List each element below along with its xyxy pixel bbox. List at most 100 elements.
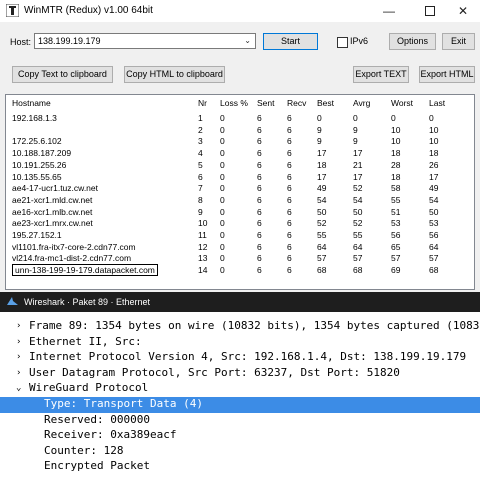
table-row[interactable]: ae23-xcr1.mrx.cw.net 10 0 6 6 52 52 53 53: [6, 218, 474, 229]
hostname-cell: 10.191.255.26: [12, 159, 67, 170]
column-header[interactable]: Best: [317, 98, 334, 108]
tree-item[interactable]: › Frame 89: 1354 bytes on wire (10832 bit…: [0, 319, 480, 335]
hostname-cell: 10.135.55.65: [12, 171, 62, 182]
table-cell: 6: [287, 194, 292, 205]
chevron-right-icon[interactable]: ›: [16, 321, 21, 331]
table-cell: 1: [198, 113, 203, 123]
chevron-right-icon[interactable]: ›: [16, 368, 21, 378]
table-cell: 0: [391, 113, 396, 123]
table-cell: 54: [317, 194, 327, 205]
column-header[interactable]: Recv: [287, 98, 306, 108]
table-cell: 6: [257, 124, 262, 135]
table-row[interactable]: 10.188.187.209 4 0 6 6 17 17 18 18: [6, 148, 474, 159]
chevron-down-icon[interactable]: ⌄: [244, 36, 251, 45]
table-cell: 6: [257, 171, 262, 182]
table-cell: 6: [257, 148, 262, 159]
export-html-button[interactable]: Export HTML: [419, 66, 475, 83]
table-cell: 0: [220, 183, 225, 194]
copy-text-button[interactable]: Copy Text to clipboard: [12, 66, 113, 83]
host-combobox[interactable]: 138.199.19.179 ⌄: [34, 33, 256, 49]
packet-detail-tree[interactable]: › Frame 89: 1354 bytes on wire (10832 bit…: [0, 312, 480, 478]
table-cell: 9: [317, 124, 322, 135]
tree-item-label: Counter: 128: [44, 443, 124, 457]
table-row[interactable]: 172.25.6.102 3 0 6 6 9 9 10 10: [6, 136, 474, 147]
table-cell: 6: [257, 265, 262, 276]
table-cell: 50: [353, 206, 363, 217]
table-cell: 0: [220, 206, 225, 217]
table-cell: 55: [353, 230, 363, 240]
table-cell: 0: [220, 136, 225, 147]
table-cell: 13: [198, 253, 208, 264]
table-row[interactable]: 192.168.1.3 1 0 6 6 0 0 0 0: [6, 113, 474, 124]
table-row[interactable]: ae21-xcr1.mld.cw.net 8 0 6 6 54 54 55 54: [6, 195, 474, 206]
tree-item[interactable]: Type: Transport Data (4): [0, 397, 480, 413]
copy-html-button[interactable]: Copy HTML to clipboard: [124, 66, 225, 83]
column-header[interactable]: Last: [429, 98, 445, 108]
table-row[interactable]: 10.135.55.65 6 0 6 6 17 17 18 17: [6, 172, 474, 183]
table-cell: 0: [429, 113, 434, 123]
results-listview[interactable]: Hostname Nr Loss % Sent Recv Best Avrg W…: [5, 94, 475, 290]
hostname-cell: vl214.fra-mc1-dist-2.cdn77.com: [12, 253, 132, 264]
chevron-down-icon[interactable]: ⌄: [16, 383, 21, 393]
column-header[interactable]: Sent: [257, 98, 275, 108]
table-cell: 17: [353, 171, 363, 182]
hostname-cell: 172.25.6.102: [12, 136, 62, 147]
table-cell: 0: [220, 113, 225, 123]
export-text-button[interactable]: Export TEXT: [353, 66, 409, 83]
table-cell: 18: [391, 171, 401, 182]
hostname-cell: ae4-17-ucr1.tuz.cw.net: [12, 183, 98, 194]
table-row[interactable]: unn-138-199-19-179.datapacket.com 14 0 6 6 68…: [6, 264, 474, 277]
table-cell: 52: [353, 183, 363, 194]
table-row[interactable]: vl214.fra-mc1-dist-2.cdn77.com 13 0 6 6 57 57 5…: [6, 253, 474, 264]
column-header[interactable]: Loss %: [220, 98, 248, 108]
table-cell: 6: [257, 206, 262, 217]
exit-button[interactable]: Exit: [442, 33, 475, 50]
table-cell: 50: [429, 206, 439, 217]
column-header[interactable]: Worst: [391, 98, 413, 108]
table-cell: 52: [353, 218, 363, 229]
hostname-cell: ae21-xcr1.mld.cw.net: [12, 194, 93, 205]
column-header[interactable]: Hostname: [12, 98, 51, 108]
table-cell: 6: [257, 230, 262, 240]
table-cell: 0: [220, 230, 225, 240]
table-row[interactable]: ae16-xcr1.mlb.cw.net 9 0 6 6 50 50 51 50: [6, 207, 474, 218]
options-button[interactable]: Options: [389, 33, 436, 50]
table-cell: 6: [257, 194, 262, 205]
table-cell: 18: [317, 159, 327, 170]
table-cell: 64: [429, 241, 439, 252]
checkbox-icon[interactable]: [337, 37, 348, 48]
wireshark-titlebar: Wireshark · Paket 89 · Ethernet: [0, 292, 480, 312]
hostname-cell: vl1101.fra-itx7-core-2.cdn77.com: [12, 241, 136, 252]
wireshark-fin-icon: [7, 297, 18, 305]
table-cell: 58: [391, 183, 401, 194]
winmtr-titlebar: WinMTR (Redux) v1.00 64bit — ✕: [0, 0, 480, 22]
close-button[interactable]: ✕: [446, 0, 480, 22]
table-row[interactable]: 10.191.255.26 5 0 6 6 18 21 28 26: [6, 160, 474, 171]
tree-item[interactable]: Receiver: 0xa389eacf: [0, 428, 480, 444]
tree-item[interactable]: › User Datagram Protocol, Src Port: 63237…: [0, 366, 480, 382]
table-row[interactable]: vl1101.fra-itx7-core-2.cdn77.com 12 0 6 6 64 6…: [6, 242, 474, 253]
table-row[interactable]: 195.27.152.1 11 0 6 6 55 55 56 56: [6, 230, 474, 241]
table-cell: 6: [257, 159, 262, 170]
tree-item[interactable]: Reserved: 000000: [0, 413, 480, 429]
table-cell: 17: [353, 148, 363, 159]
tree-item[interactable]: ⌄ WireGuard Protocol: [0, 381, 480, 397]
table-cell: 57: [391, 253, 401, 264]
tree-item[interactable]: Counter: 128: [0, 444, 480, 460]
tree-item[interactable]: › Ethernet II, Src:: [0, 335, 480, 351]
table-cell: 6: [287, 253, 292, 264]
column-header[interactable]: Avrg: [353, 98, 370, 108]
minimize-button[interactable]: —: [372, 0, 406, 22]
table-row[interactable]: 2 0 6 6 9 9 10 10: [6, 125, 474, 136]
tree-item[interactable]: Encrypted Packet: [0, 459, 480, 475]
start-button[interactable]: Start: [263, 33, 318, 50]
column-header[interactable]: Nr: [198, 98, 207, 108]
table-cell: 0: [220, 148, 225, 159]
tree-item[interactable]: › Internet Protocol Version 4, Src: 192.1…: [0, 350, 480, 366]
maximize-button[interactable]: [413, 0, 447, 22]
chevron-right-icon[interactable]: ›: [16, 352, 21, 362]
chevron-right-icon[interactable]: ›: [16, 337, 21, 347]
tree-item-label: Encrypted Packet: [44, 459, 150, 473]
table-cell: 6: [257, 241, 262, 252]
table-row[interactable]: ae4-17-ucr1.tuz.cw.net 7 0 6 6 49 52 58 49: [6, 183, 474, 194]
